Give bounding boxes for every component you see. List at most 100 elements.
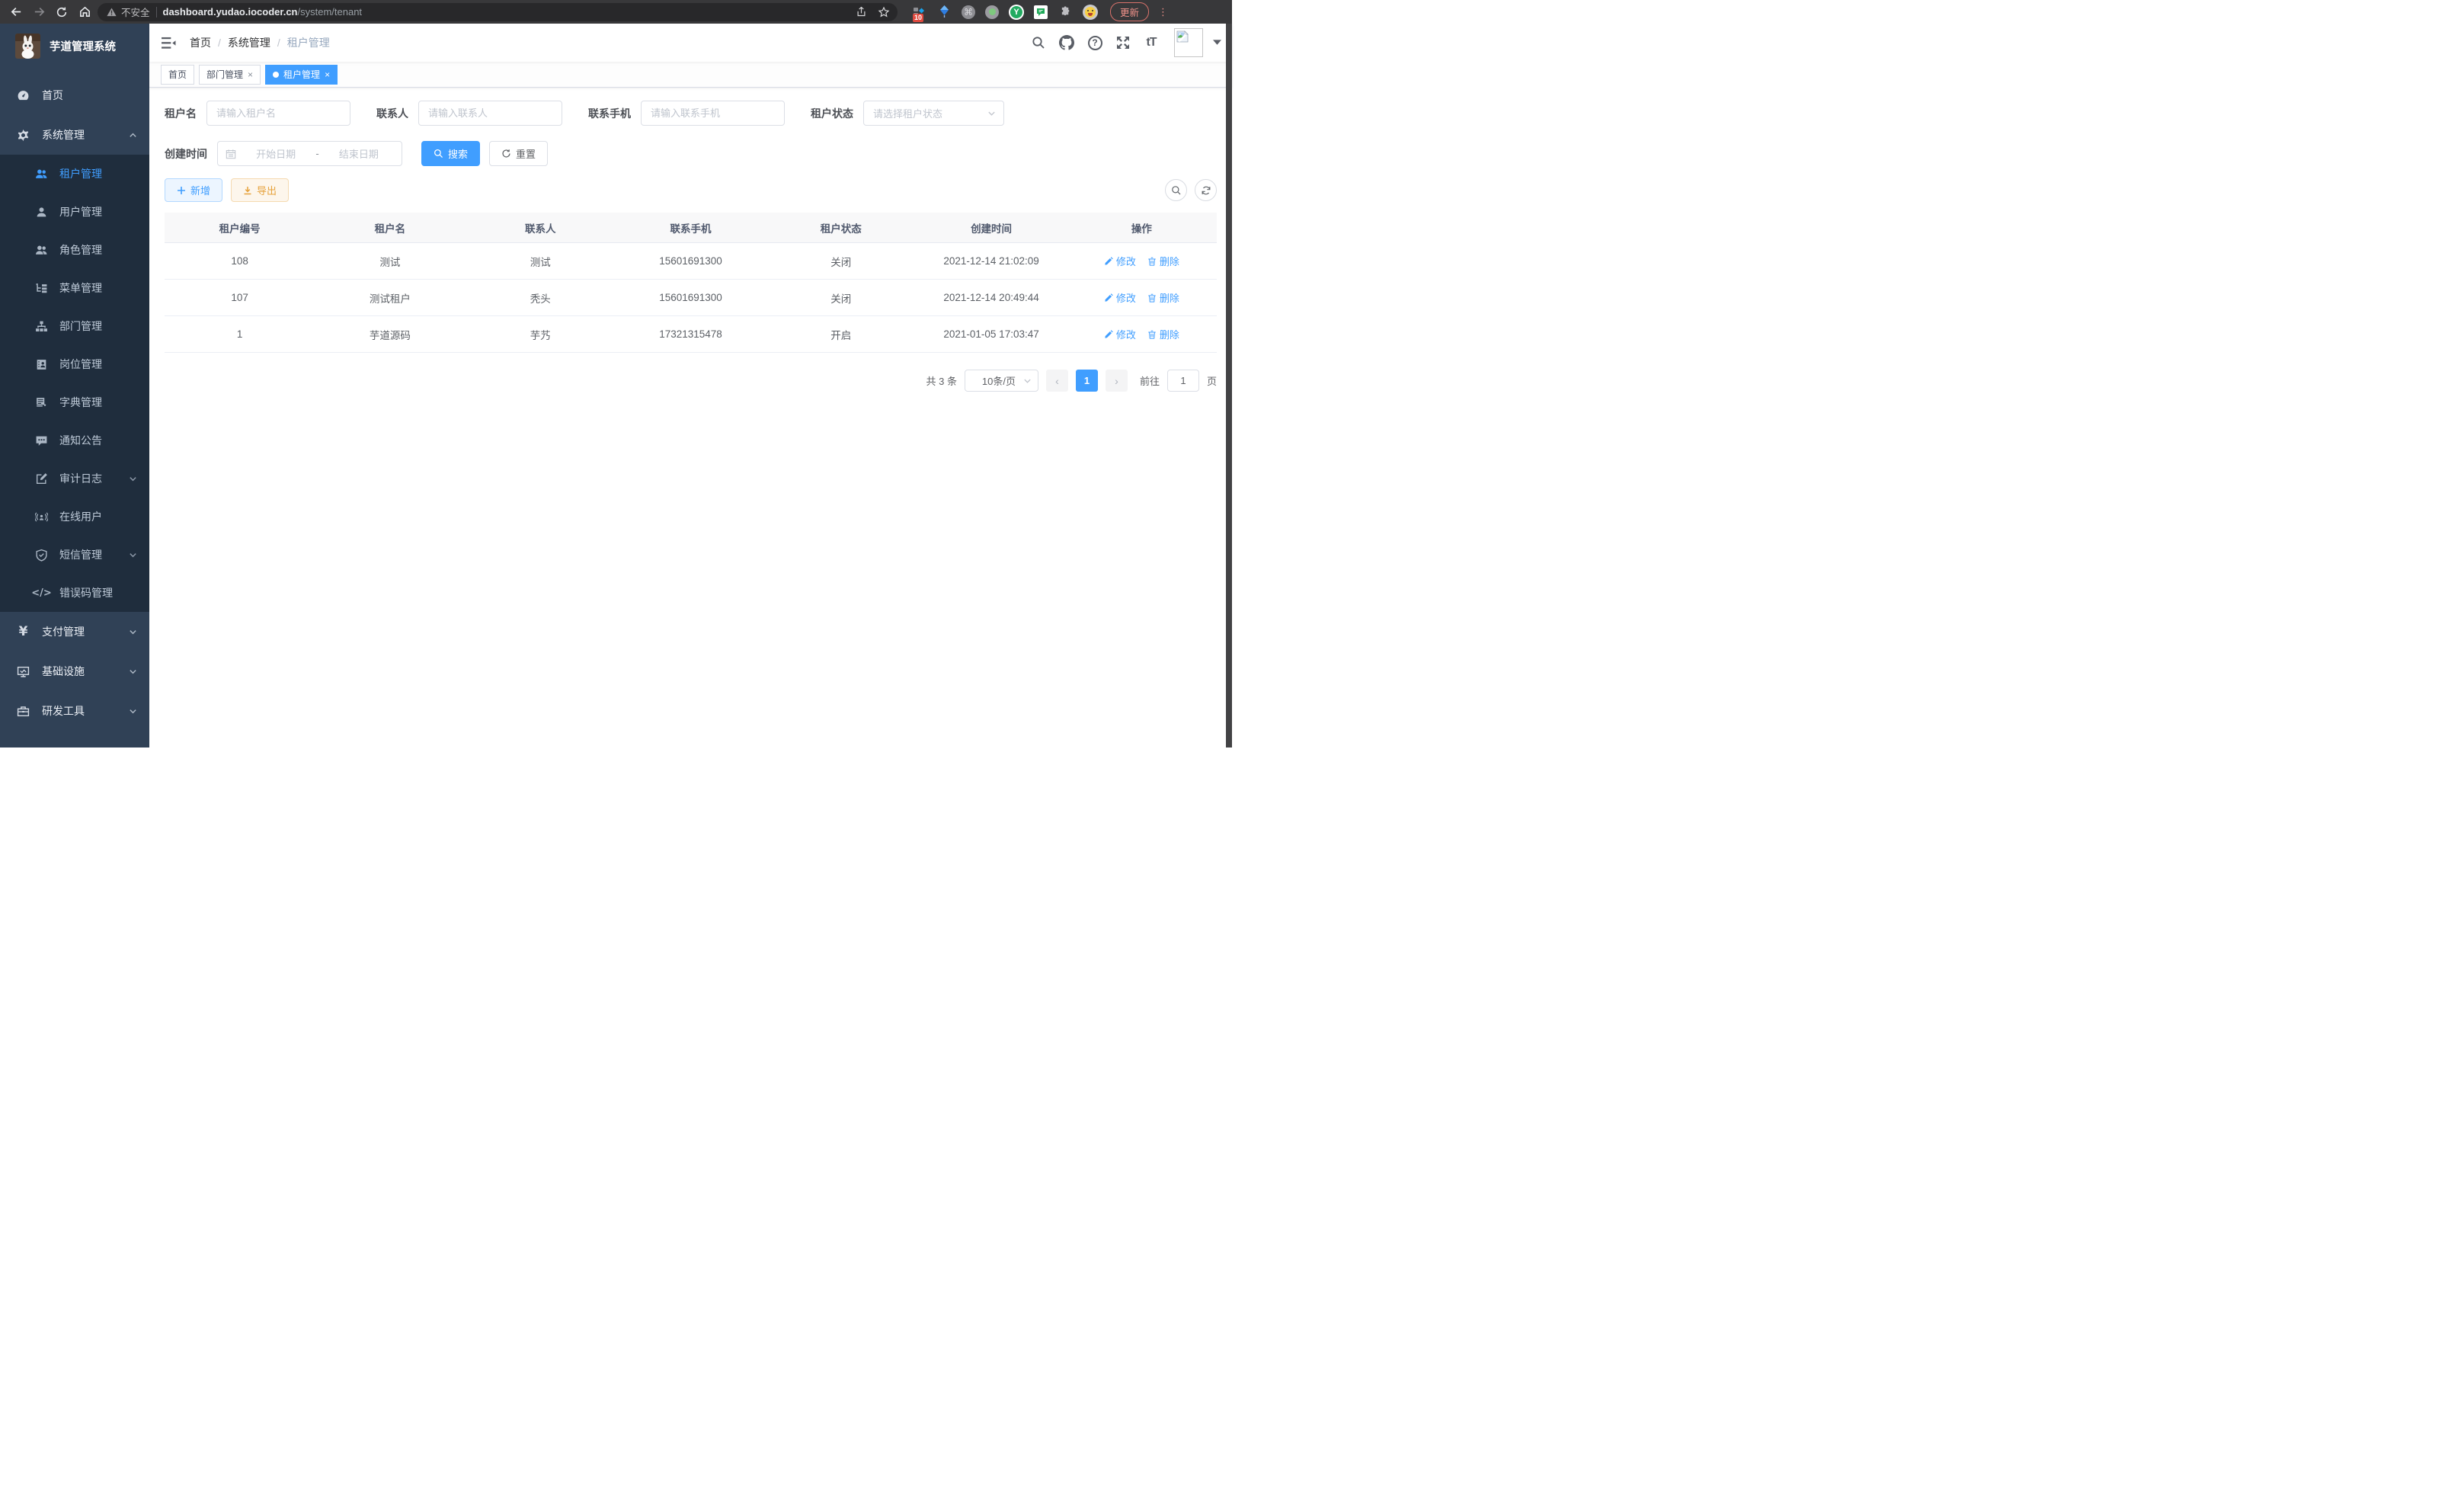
chevron-down-icon [129,667,137,676]
close-icon[interactable]: × [325,69,330,80]
status-select[interactable]: 请选择租户状态 [863,101,1004,126]
header-search-button[interactable] [1029,33,1048,53]
export-button[interactable]: 导出 [231,178,289,202]
sidebar-item-label: 基础设施 [42,664,85,679]
cell-actions: 修改 删除 [1067,254,1217,268]
extension-dot-icon[interactable] [985,5,999,19]
sidebar-item-post[interactable]: 岗位管理 [0,345,149,383]
refresh-table-button[interactable] [1195,179,1217,201]
sidebar-item-online-user[interactable]: 在线用户 [0,498,149,536]
url-text[interactable]: dashboard.yudao.iocoder.cn/system/tenant [163,6,850,18]
delete-link[interactable]: 删除 [1147,290,1179,305]
sidebar-item-audit-log[interactable]: 审计日志 [0,459,149,498]
sidebar-item-role[interactable]: 角色管理 [0,231,149,269]
edit-link[interactable]: 修改 [1104,254,1136,268]
browser-forward-button[interactable] [29,2,49,22]
extensions-row: 10 ⌘ Y [911,5,1098,20]
page-size-select[interactable]: 10条/页 [965,370,1038,392]
sidebar-item-user[interactable]: 用户管理 [0,193,149,231]
browser-reload-button[interactable] [52,2,72,22]
pagination: 共 3 条 10条/页 ‹ 1 › 前往 页 [165,370,1217,392]
user-icon [35,206,48,219]
field-label: 租户状态 [811,106,853,121]
sidebar-item-sms[interactable]: 短信管理 [0,536,149,574]
contact-input[interactable] [418,101,562,126]
sidebar-item-home[interactable]: 首页 [0,75,149,115]
help-icon[interactable]: ? [1085,33,1105,53]
delete-link[interactable]: 删除 [1147,254,1179,268]
update-button[interactable]: 更新 [1110,2,1149,21]
extension-y-icon[interactable]: Y [1009,5,1024,20]
sidebar-item-label: 错误码管理 [59,585,113,600]
mobile-input[interactable] [641,101,785,126]
breadcrumb-home[interactable]: 首页 [190,35,211,50]
url-divider [156,7,157,18]
field-label: 租户名 [165,106,197,121]
tenant-name-input[interactable] [206,101,350,126]
avatar-caret-icon[interactable] [1213,40,1221,46]
table-row: 1 芋道源码 芋艿 17321315478 开启 2021-01-05 17:0… [165,316,1217,353]
pagination-total: 共 3 条 [926,373,957,388]
security-indicator[interactable]: 不安全 [107,5,150,19]
add-button[interactable]: 新增 [165,178,222,202]
reload-icon [56,6,68,18]
extension-kite-icon[interactable] [936,5,952,20]
trash-icon [1147,293,1157,303]
browser-menu-icon[interactable]: ⋮ [1158,6,1168,18]
chevron-up-icon [129,131,137,139]
goto-page-input[interactable] [1167,370,1199,392]
edit-link[interactable]: 修改 [1104,290,1136,305]
breadcrumb-system[interactable]: 系统管理 [228,35,270,50]
sidebar-collapse-button[interactable] [149,24,188,62]
user-avatar[interactable] [1174,28,1203,57]
app-logo-row[interactable]: 芋道管理系统 [0,24,149,68]
tag-tenant[interactable]: 租户管理× [265,65,338,85]
cell-create-time: 2021-12-14 20:49:44 [916,292,1066,303]
cell-mobile: 15601691300 [616,255,766,267]
refresh-icon [1201,185,1211,196]
github-icon[interactable] [1057,33,1077,53]
extension-command-icon[interactable]: ⌘ [962,5,975,19]
toggle-search-button[interactable] [1165,179,1187,201]
sidebar-item-label: 菜单管理 [59,280,102,296]
book-gear-icon [35,396,48,409]
sidebar-item-dept[interactable]: 部门管理 [0,307,149,345]
extension-emoji-icon[interactable] [1083,5,1098,20]
sidebar-item-system[interactable]: 系统管理 [0,115,149,155]
delete-link[interactable]: 删除 [1147,327,1179,341]
browser-back-button[interactable] [6,2,26,22]
share-icon[interactable] [856,6,867,18]
sidebar-item-infra[interactable]: 基础设施 [0,651,149,691]
date-range-picker[interactable]: 开始日期 - 结束日期 [217,141,402,166]
prev-page-button[interactable]: ‹ [1046,370,1068,392]
scrollbar-gutter[interactable] [1226,24,1232,748]
col-header: 创建时间 [916,220,1066,235]
font-size-icon[interactable]: tT [1141,33,1161,53]
bookmark-star-icon[interactable] [878,6,890,18]
close-icon[interactable]: × [248,69,253,80]
browser-home-button[interactable] [75,2,94,22]
sidebar-item-pay[interactable]: ¥ 支付管理 [0,612,149,651]
edit-link[interactable]: 修改 [1104,327,1136,341]
current-page-button[interactable]: 1 [1076,370,1098,392]
tag-home[interactable]: 首页 [161,65,194,85]
extension-puzzle-icon[interactable] [1058,5,1073,20]
extension-chat-icon[interactable] [1034,5,1048,19]
sidebar-item-devtool[interactable]: 研发工具 [0,691,149,731]
tag-dept[interactable]: 部门管理× [199,65,261,85]
search-icon [434,149,443,158]
sidebar-item-errcode[interactable]: </> 错误码管理 [0,574,149,612]
sidebar-item-tenant[interactable]: 租户管理 [0,155,149,193]
sidebar-item-dict[interactable]: 字典管理 [0,383,149,421]
extension-grid-icon[interactable]: 10 [911,5,926,20]
cell-tenant-name: 测试租户 [315,290,465,306]
extension-badge: 10 [913,14,923,22]
next-page-button[interactable]: › [1106,370,1128,392]
address-bar[interactable]: 不安全 dashboard.yudao.iocoder.cn/system/te… [98,3,898,21]
filter-create-time: 创建时间 开始日期 - 结束日期 [165,141,402,166]
fullscreen-icon[interactable] [1113,33,1133,53]
sidebar-item-notice[interactable]: 通知公告 [0,421,149,459]
sidebar-item-menu[interactable]: 菜单管理 [0,269,149,307]
search-button[interactable]: 搜索 [421,141,480,166]
reset-button[interactable]: 重置 [489,141,548,166]
